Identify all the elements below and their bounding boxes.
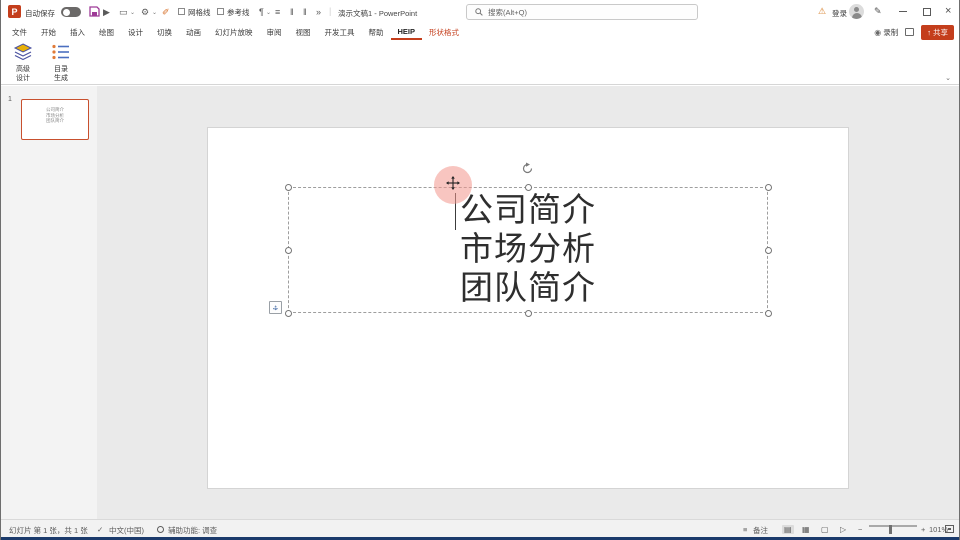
autosave-toggle[interactable] [61, 7, 81, 17]
tab-developer[interactable]: 开发工具 [318, 24, 362, 40]
ribbon-collapse-icon[interactable]: ⌄ [945, 74, 951, 82]
tab-heip[interactable]: HEIP [390, 24, 423, 40]
fit-to-window-icon[interactable] [945, 525, 954, 533]
accessibility-icon [157, 526, 164, 533]
ribbon-tab-row: 文件 开始 插入 绘图 设计 切换 动画 幻灯片放映 审阅 视图 开发工具 帮助… [1, 24, 959, 40]
resize-handle-bottom-right[interactable] [765, 310, 772, 317]
notes-icon: ≡ [743, 525, 748, 534]
tab-home[interactable]: 开始 [34, 24, 63, 40]
resize-handle-middle-right[interactable] [765, 247, 772, 254]
language-indicator[interactable]: 中文(中国) [109, 525, 144, 536]
title-bar: P 自动保存 ▶ ▭ ⌄ ⚙ ⌄ ✐ 网格线 参考线 ¶ ⌄ ≡ ‖ ‖ » |… [1, 0, 959, 24]
autofit-vertical-icon: ↕ [273, 303, 278, 312]
toggle-knob [62, 8, 70, 16]
ribbon-right-actions: ◉ 录制 ↑ 共享 [874, 24, 954, 40]
autofit-options-button[interactable]: ↔ ↕ [269, 301, 282, 314]
spellcheck-icon[interactable]: ✓ [97, 525, 103, 534]
slide-number: 1 [8, 96, 12, 103]
minimize-button[interactable] [899, 11, 907, 12]
search-input[interactable]: 搜索(Alt+Q) [466, 4, 698, 20]
titlebar-separator: | [329, 6, 332, 16]
record-button[interactable]: ◉ 录制 [874, 27, 898, 38]
format-painter-icon[interactable]: ✐ [162, 6, 170, 18]
tab-slideshow[interactable]: 幻灯片放映 [208, 24, 260, 40]
editing-mode-icon[interactable]: ✎ [874, 6, 882, 17]
notes-button[interactable]: 备注 [753, 525, 768, 536]
search-icon [475, 8, 483, 16]
shape-tool-caret-icon[interactable]: ⌄ [130, 9, 135, 16]
resize-handle-top-left[interactable] [285, 184, 292, 191]
tab-shape-format[interactable]: 形状格式 [422, 24, 466, 40]
save-icon[interactable] [89, 6, 100, 17]
normal-view-button[interactable]: ▤ [782, 525, 794, 534]
settings-icon[interactable]: ⚙ [141, 6, 149, 18]
guides-label[interactable]: 参考线 [227, 7, 250, 18]
record-icon: ◉ [874, 27, 882, 37]
avatar-person-icon [851, 13, 862, 19]
slide-thumbnail-panel[interactable]: 1 公司简介 市场分析 团队简介 [1, 86, 97, 519]
textbox-selection-border[interactable] [288, 187, 768, 313]
tab-animations[interactable]: 动画 [179, 24, 208, 40]
resize-handle-top-right[interactable] [765, 184, 772, 191]
resize-handle-top-middle[interactable] [525, 184, 532, 191]
reading-view-button[interactable]: ▢ [821, 525, 829, 534]
list-icon [52, 44, 69, 60]
gridlines-checkbox[interactable] [178, 8, 185, 15]
tab-draw[interactable]: 绘图 [92, 24, 121, 40]
guides-checkbox[interactable] [217, 8, 224, 15]
tab-review[interactable]: 审阅 [260, 24, 289, 40]
maximize-button[interactable] [923, 8, 931, 16]
avatar-person-icon [854, 7, 859, 12]
zoom-out-button[interactable]: − [858, 525, 862, 534]
slide-info[interactable]: 幻灯片 第 1 张，共 1 张 [9, 525, 88, 536]
toc-generate-button[interactable]: 目录 生成 [42, 43, 80, 83]
paragraph-icon[interactable]: ¶ [259, 6, 264, 18]
autosave-label: 自动保存 [25, 9, 55, 18]
share-arrow-icon: ↑ [927, 27, 931, 37]
align-icon[interactable]: ≡ [275, 6, 280, 18]
status-bar: 幻灯片 第 1 张，共 1 张 ✓ 中文(中国) 辅助功能: 调查 ≡ 备注 ▤… [1, 519, 959, 537]
zoom-in-button[interactable]: + [921, 525, 925, 534]
zoom-slider-track[interactable] [869, 525, 917, 527]
tab-view[interactable]: 视图 [289, 24, 318, 40]
ribbon-content: 高级 设计 目录 生成 ⌄ [1, 40, 959, 85]
slide-sorter-view-button[interactable]: ▦ [802, 525, 810, 534]
shape-tool-icon[interactable]: ▭ [119, 6, 128, 18]
resize-handle-bottom-left[interactable] [285, 310, 292, 317]
share-button[interactable]: ↑ 共享 [921, 24, 954, 40]
slideshow-from-start-icon[interactable]: ▶ [103, 6, 110, 18]
thumbnail-text-line: 团队简介 [46, 118, 64, 123]
tab-file[interactable]: 文件 [5, 24, 34, 40]
sign-in-label[interactable]: 登录 [832, 8, 847, 19]
move-cursor-icon [446, 176, 460, 190]
gridlines-label[interactable]: 网格线 [188, 7, 211, 18]
rotate-handle-icon[interactable] [521, 162, 534, 175]
tab-help[interactable]: 帮助 [362, 24, 391, 40]
tab-transitions[interactable]: 切换 [150, 24, 179, 40]
powerpoint-logo-icon: P [8, 5, 21, 18]
resize-handle-middle-left[interactable] [285, 247, 292, 254]
settings-caret-icon[interactable]: ⌄ [152, 9, 157, 16]
document-title: 演示文稿1 - PowerPoint [338, 9, 418, 18]
tab-design[interactable]: 设计 [121, 24, 150, 40]
accessibility-status[interactable]: 辅助功能: 调查 [168, 525, 217, 536]
slide-thumbnail[interactable]: 公司简介 市场分析 团队简介 [21, 99, 89, 140]
slideshow-view-button[interactable]: ▷ [840, 525, 846, 534]
search-placeholder: 搜索(Alt+Q) [488, 7, 527, 17]
comments-icon[interactable] [905, 28, 915, 36]
close-button[interactable]: × [945, 5, 951, 17]
distribute-horizontal-icon[interactable]: ‖ [290, 6, 294, 18]
advanced-design-button[interactable]: 高级 设计 [4, 43, 42, 83]
account-avatar[interactable] [849, 4, 864, 19]
qat-overflow-icon[interactable]: » [316, 6, 321, 18]
tab-insert[interactable]: 插入 [63, 24, 92, 40]
zoom-slider-thumb[interactable] [889, 525, 892, 534]
powerpoint-window: P 自动保存 ▶ ▭ ⌄ ⚙ ⌄ ✐ 网格线 参考线 ¶ ⌄ ≡ ‖ ‖ » |… [0, 0, 960, 540]
layered-design-icon [13, 43, 33, 61]
warning-icon[interactable]: ⚠ [818, 6, 826, 17]
resize-handle-bottom-middle[interactable] [525, 310, 532, 317]
distribute-vertical-icon[interactable]: ‖ [303, 6, 307, 18]
paragraph-caret-icon[interactable]: ⌄ [266, 9, 271, 16]
